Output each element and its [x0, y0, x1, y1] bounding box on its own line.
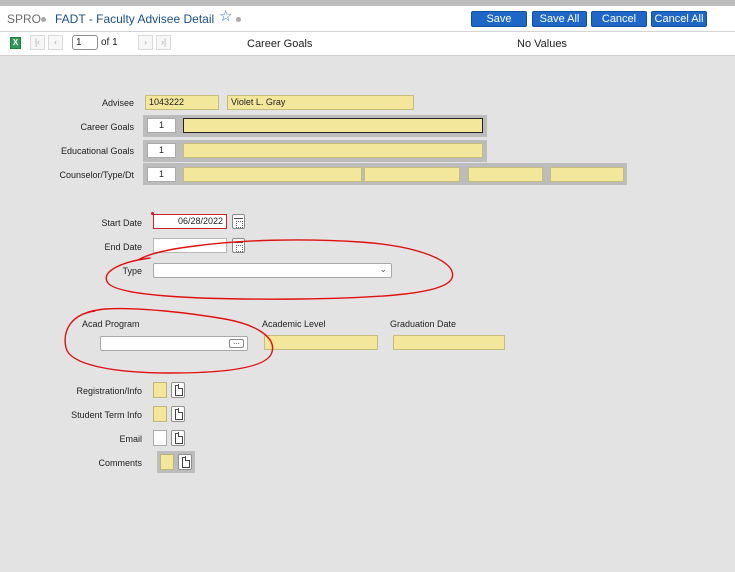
chevron-down-icon: ⌄: [379, 264, 387, 274]
email-label: Email: [119, 434, 142, 444]
cancel-all-button[interactable]: Cancel All: [651, 11, 707, 27]
start-date-label: Start Date: [101, 218, 142, 228]
document-icon[interactable]: [178, 454, 192, 470]
document-icon[interactable]: [171, 382, 185, 398]
counselor-extra-field[interactable]: [550, 167, 624, 182]
end-date-input[interactable]: [153, 238, 227, 253]
calendar-icon[interactable]: [232, 238, 245, 253]
advisee-name-field[interactable]: Violet L. Gray: [227, 95, 414, 110]
counselor-name-field[interactable]: [183, 167, 362, 182]
graduation-date-field[interactable]: [393, 335, 505, 350]
type-select[interactable]: ⌄: [153, 263, 392, 278]
separator-dot: [41, 17, 46, 22]
type-label: Type: [122, 266, 142, 276]
registration-info-flag[interactable]: [153, 382, 167, 398]
registration-info-label: Registration/Info: [76, 386, 142, 396]
counselor-label: Counselor/Type/Dt: [59, 170, 134, 180]
career-goals-field[interactable]: [183, 118, 483, 133]
advisee-label: Advisee: [101, 98, 134, 108]
calendar-icon[interactable]: [232, 214, 245, 229]
page-number-input[interactable]: 1: [72, 35, 98, 50]
comments-label: Comments: [98, 458, 142, 468]
academic-level-field[interactable]: [264, 335, 378, 350]
counselor-index[interactable]: 1: [147, 167, 176, 182]
next-page-icon[interactable]: ›: [138, 35, 153, 50]
career-goals-label: Career Goals: [80, 122, 134, 132]
acad-program-input[interactable]: ...: [100, 336, 248, 351]
start-date-input[interactable]: 06/28/2022: [153, 214, 227, 229]
student-term-info-flag[interactable]: [153, 406, 167, 422]
first-page-icon[interactable]: |‹: [30, 35, 45, 50]
page-count-label: of 1: [101, 37, 118, 48]
cancel-button[interactable]: Cancel: [591, 11, 647, 27]
academic-level-label: Academic Level: [262, 319, 326, 329]
save-button[interactable]: Save: [471, 11, 527, 27]
end-date-label: End Date: [104, 242, 142, 252]
prev-page-icon[interactable]: ‹: [48, 35, 63, 50]
comments-flag[interactable]: [160, 454, 174, 470]
career-goals-index[interactable]: 1: [147, 118, 176, 133]
title-bar: SPRO FADT - Faculty Advisee Detail ☆ Sav…: [0, 6, 735, 32]
ellipsis-icon[interactable]: ...: [229, 338, 244, 348]
star-icon[interactable]: ☆: [219, 9, 232, 24]
educational-goals-field[interactable]: [183, 143, 483, 158]
counselor-date-field[interactable]: [468, 167, 543, 182]
email-flag[interactable]: [153, 430, 167, 446]
excel-icon[interactable]: X: [10, 37, 21, 49]
educational-goals-label: Educational Goals: [60, 146, 134, 156]
document-icon[interactable]: [171, 406, 185, 422]
column-label: Career Goals: [247, 38, 313, 50]
required-marker: [151, 212, 154, 215]
student-term-info-label: Student Term Info: [71, 410, 142, 420]
annotation-overlay: [64, 239, 454, 374]
value-status: No Values: [517, 38, 567, 50]
graduation-date-label: Graduation Date: [390, 319, 457, 329]
counselor-type-field[interactable]: [364, 167, 460, 182]
module-label: SPRO: [7, 12, 42, 26]
record-navigation-bar: X |‹ ‹ 1 of 1 › ›| Career Goals No Value…: [0, 32, 735, 56]
document-icon[interactable]: [171, 430, 185, 446]
educational-goals-index[interactable]: 1: [147, 143, 176, 158]
acad-program-label: Acad Program: [82, 319, 140, 329]
save-all-button[interactable]: Save All: [532, 11, 587, 27]
form-title: FADT - Faculty Advisee Detail: [55, 12, 215, 26]
last-page-icon[interactable]: ›|: [156, 35, 171, 50]
advisee-id-field[interactable]: 1043222: [145, 95, 219, 110]
separator-dot: [236, 17, 241, 22]
